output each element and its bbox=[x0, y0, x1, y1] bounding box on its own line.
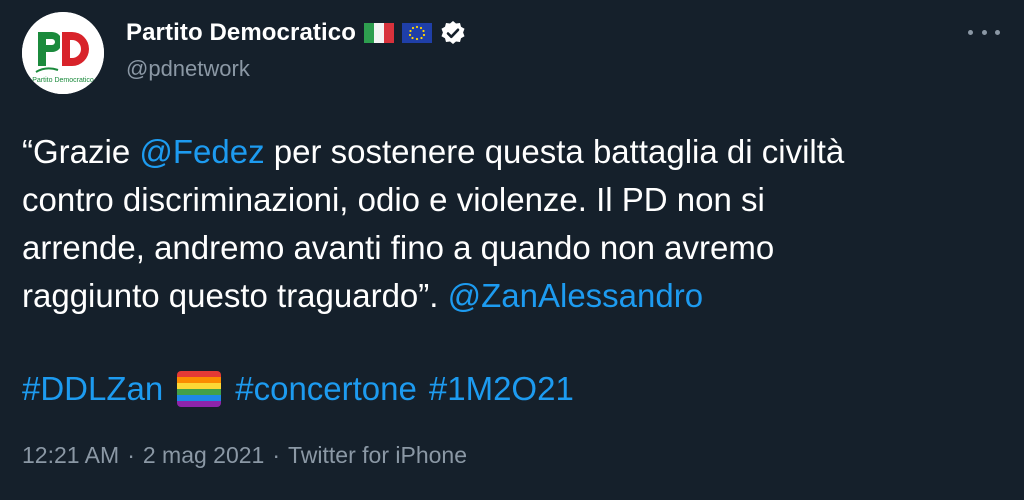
tweet-text-segment: per sostenere questa battaglia di civilt… bbox=[264, 133, 845, 170]
more-options-icon[interactable] bbox=[968, 22, 1000, 42]
meta-separator: · bbox=[127, 442, 135, 468]
eu-flag-icon bbox=[401, 22, 432, 44]
author-handle[interactable]: @pdnetwork bbox=[126, 56, 250, 82]
author-name-row: Partito Democratico bbox=[126, 18, 466, 48]
avatar[interactable]: Partito Democratico bbox=[22, 12, 104, 94]
meta-separator: · bbox=[272, 442, 281, 468]
tweet-line-1: “Grazie @Fedez per sostenere questa batt… bbox=[22, 128, 1002, 176]
more-dot bbox=[968, 29, 973, 35]
tweet-text: “Grazie @Fedez per sostenere questa batt… bbox=[22, 128, 1002, 320]
more-dot bbox=[981, 29, 987, 35]
tweet-card: Partito Democratico Partito Democratico bbox=[0, 0, 1024, 500]
tweet-line-2: contro discriminazioni, odio e violenze.… bbox=[22, 181, 765, 218]
more-dot bbox=[995, 29, 1000, 35]
pd-logo-icon: Partito Democratico bbox=[22, 12, 104, 94]
tweet-text-segment: “Grazie bbox=[22, 133, 140, 170]
mention-fedez[interactable]: @Fedez bbox=[139, 133, 264, 170]
verified-badge-icon bbox=[440, 20, 466, 46]
display-name[interactable]: Partito Democratico bbox=[126, 19, 356, 47]
mention-zanalessandro[interactable]: @ZanAlessandro bbox=[448, 277, 703, 314]
tweet-time[interactable]: 12:21 AM bbox=[22, 442, 119, 469]
hashtag-row: #DDLZan #concertone #1M2O21 bbox=[22, 365, 574, 413]
italy-flag-icon bbox=[363, 22, 394, 44]
rainbow-flag-icon bbox=[177, 371, 222, 407]
avatar-caption: Partito Democratico bbox=[32, 77, 94, 84]
tweet-text-segment: raggiunto questo traguardo”. bbox=[22, 277, 448, 314]
tweet-source[interactable]: Twitter for iPhone bbox=[288, 442, 467, 469]
tweet-line-4: raggiunto questo traguardo”. @ZanAlessan… bbox=[22, 272, 1002, 320]
tweet-date[interactable]: 2 mag 2021 bbox=[143, 442, 264, 469]
tweet-metadata: 12:21 AM · 2 mag 2021 · Twitter for iPho… bbox=[22, 442, 467, 469]
hashtag-concertone[interactable]: #concertone bbox=[235, 365, 417, 413]
hashtag-ddlzan[interactable]: #DDLZan bbox=[22, 365, 163, 413]
tweet-line-3: arrende, andremo avanti fino a quando no… bbox=[22, 229, 775, 266]
hashtag-1m2o21[interactable]: #1M2O21 bbox=[429, 365, 574, 413]
